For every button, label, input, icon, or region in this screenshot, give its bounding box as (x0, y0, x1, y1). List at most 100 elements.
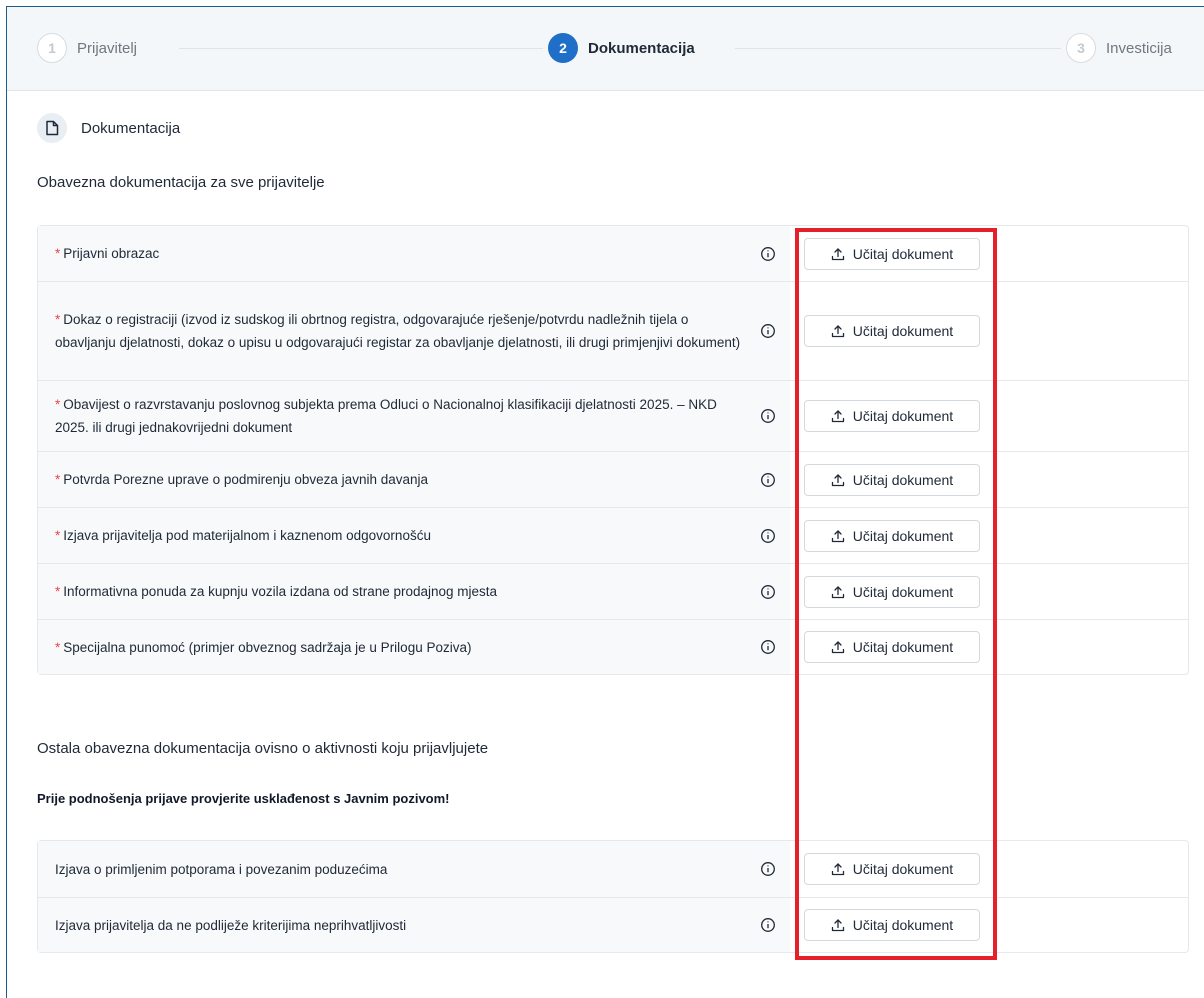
form-frame: 1 Prijavitelj 2 Dokumentacija 3 Investic… (6, 6, 1204, 998)
required-marker: * (55, 472, 61, 487)
info-icon[interactable] (760, 246, 776, 262)
table-row: * Dokaz o registraciji (izvod iz sudskog … (38, 281, 1188, 380)
info-icon[interactable] (760, 472, 776, 488)
stepper: 1 Prijavitelj 2 Dokumentacija 3 Investic… (7, 7, 1204, 91)
step-connector (179, 48, 543, 49)
step-number: 1 (37, 33, 67, 63)
required-marker: * (55, 639, 61, 655)
document-action-cell: Učitaj dokument (790, 853, 1188, 885)
document-label-text: Izjava prijavitelja pod materijalnom i k… (63, 528, 431, 543)
document-label: * Obavijest o razvrstavanju poslovnog sub… (55, 393, 744, 439)
document-label: * Specijalna punomoć (primjer obveznog sa… (55, 636, 471, 659)
upload-document-button[interactable]: Učitaj dokument (804, 400, 980, 432)
info-icon[interactable] (760, 528, 776, 544)
document-label-cell: * Dokaz o registraciji (izvod iz sudskog … (38, 282, 790, 380)
document-action-cell: Učitaj dokument (790, 400, 1188, 432)
document-label-text: Potvrda Porezne uprave o podmirenju obve… (63, 472, 428, 487)
step-prijavitelj[interactable]: 1 Prijavitelj (37, 33, 137, 63)
section-title: Dokumentacija (81, 119, 181, 137)
document-label-text: Izjava prijavitelja da ne podliježe krit… (55, 917, 407, 933)
documents-table-conditional: Izjava o primljenim potporama i povezani… (37, 840, 1189, 953)
document-label-text: Specijalna punomoć (primjer obveznog sad… (63, 639, 472, 655)
required-marker: * (55, 312, 61, 327)
required-marker: * (55, 528, 61, 543)
document-label-cell: * Specijalna punomoć (primjer obveznog sa… (38, 620, 790, 674)
info-icon[interactable] (760, 639, 776, 655)
upload-document-button[interactable]: Učitaj dokument (804, 315, 980, 347)
group-title-mandatory: Obavezna dokumentacija za sve prijavitel… (37, 174, 325, 191)
upload-button-label: Učitaj dokument (852, 245, 954, 262)
upload-document-button[interactable]: Učitaj dokument (804, 631, 980, 663)
document-label-text: Prijavni obrazac (63, 246, 160, 261)
upload-icon (831, 862, 845, 876)
upload-icon (831, 585, 845, 599)
table-row: Izjava prijavitelja da ne podliježe krit… (38, 897, 1188, 952)
document-label-text: Izjava o primljenim potporama i povezani… (55, 861, 388, 877)
required-marker: * (55, 246, 61, 261)
upload-document-button[interactable]: Učitaj dokument (804, 853, 980, 885)
upload-icon (831, 409, 845, 423)
table-row: * Specijalna punomoć (primjer obveznog sa… (38, 619, 1188, 674)
document-action-cell: Učitaj dokument (790, 575, 1188, 608)
document-label: * Potvrda Porezne uprave o podmirenju obv… (55, 468, 428, 491)
document-label: Izjava o primljenim potporama i povezani… (55, 858, 387, 881)
step-dokumentacija[interactable]: 2 Dokumentacija (548, 33, 695, 63)
document-label-text: Dokaz o registraciji (izvod iz sudskog i… (55, 312, 741, 350)
document-action-cell: Učitaj dokument (790, 909, 1188, 941)
upload-icon (831, 640, 845, 654)
section-header: Dokumentacija (37, 113, 180, 143)
document-label-cell: * Potvrda Porezne uprave o podmirenju obv… (38, 452, 790, 507)
info-icon[interactable] (760, 917, 776, 933)
document-label-cell: Izjava o primljenim potporama i povezani… (38, 841, 790, 897)
upload-button-label: Učitaj dokument (852, 583, 954, 600)
step-investicija[interactable]: 3 Investicija (1066, 33, 1172, 63)
document-label: * Prijavni obrazac (55, 242, 159, 265)
step-label: Investicija (1106, 39, 1172, 57)
document-action-cell: Učitaj dokument (790, 519, 1188, 552)
document-label: * Izjava prijavitelja pod materijalnom i … (55, 524, 431, 547)
upload-icon (831, 529, 845, 543)
group-title-conditional: Ostala obavezna dokumentacija ovisno o a… (37, 740, 489, 757)
upload-document-button[interactable]: Učitaj dokument (804, 237, 980, 270)
step-label: Dokumentacija (588, 39, 695, 57)
upload-button-label: Učitaj dokument (852, 323, 954, 339)
document-action-cell: Učitaj dokument (790, 237, 1188, 270)
table-row: Izjava o primljenim potporama i povezani… (38, 841, 1188, 897)
table-row: * Prijavni obrazac Učitaj dokument (38, 226, 1188, 281)
document-label-cell: * Informativna ponuda za kupnju vozila iz… (38, 564, 790, 619)
upload-document-button[interactable]: Učitaj dokument (804, 909, 980, 941)
document-action-cell: Učitaj dokument (790, 631, 1188, 663)
table-row: * Informativna ponuda za kupnju vozila iz… (38, 563, 1188, 619)
info-icon[interactable] (760, 408, 776, 424)
document-label: Izjava prijavitelja da ne podliježe krit… (55, 914, 406, 937)
step-number: 2 (548, 33, 578, 63)
document-label-cell: * Prijavni obrazac (38, 226, 790, 281)
upload-button-label: Učitaj dokument (852, 471, 954, 488)
info-icon[interactable] (760, 584, 776, 600)
table-row: * Obavijest o razvrstavanju poslovnog sub… (38, 380, 1188, 451)
upload-document-button[interactable]: Učitaj dokument (804, 463, 980, 496)
table-row: * Izjava prijavitelja pod materijalnom i … (38, 507, 1188, 563)
info-icon[interactable] (760, 323, 776, 339)
document-label: * Dokaz o registraciji (izvod iz sudskog … (55, 308, 744, 354)
document-label: * Informativna ponuda za kupnju vozila iz… (55, 580, 497, 603)
required-marker: * (55, 584, 61, 599)
upload-button-label: Učitaj dokument (852, 408, 954, 424)
upload-button-label: Učitaj dokument (852, 917, 954, 933)
document-label-text: Informativna ponuda za kupnju vozila izd… (63, 584, 498, 599)
document-icon (37, 113, 67, 143)
document-label-text: Obavijest o razvrstavanju poslovnog subj… (55, 397, 717, 435)
upload-button-label: Učitaj dokument (852, 861, 954, 877)
step-number: 3 (1066, 33, 1096, 63)
document-label-cell: * Izjava prijavitelja pod materijalnom i … (38, 508, 790, 563)
upload-button-label: Učitaj dokument (852, 527, 954, 544)
upload-document-button[interactable]: Učitaj dokument (804, 575, 980, 608)
info-icon[interactable] (760, 861, 776, 877)
document-label-cell: Izjava prijavitelja da ne podliježe krit… (38, 898, 790, 952)
documents-table-mandatory: * Prijavni obrazac Učitaj dokument * Dokaz o… (37, 225, 1189, 675)
table-row: * Potvrda Porezne uprave o podmirenju obv… (38, 451, 1188, 507)
document-action-cell: Učitaj dokument (790, 315, 1188, 347)
upload-document-button[interactable]: Učitaj dokument (804, 519, 980, 552)
upload-icon (831, 247, 845, 261)
upload-icon (831, 324, 845, 338)
